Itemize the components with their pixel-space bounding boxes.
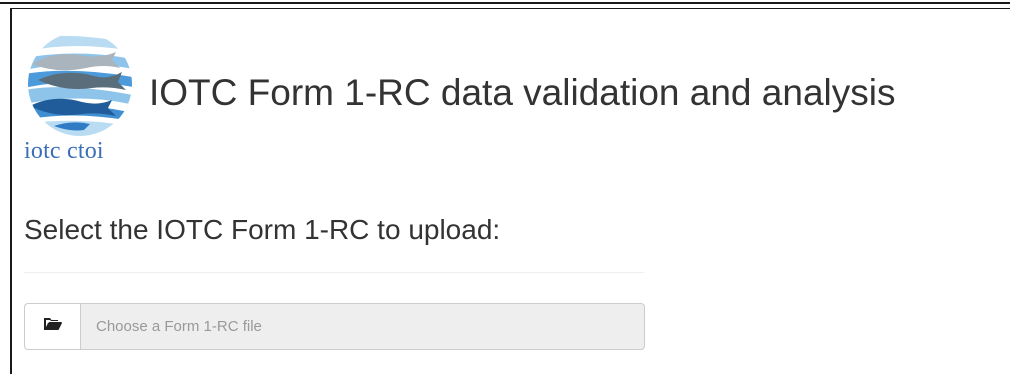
frame-left-border xyxy=(10,8,12,374)
browse-button[interactable] xyxy=(24,303,80,350)
logo-text: iotc ctoi xyxy=(24,138,104,164)
section-divider xyxy=(24,272,644,273)
frame-top-border xyxy=(0,2,1010,4)
page-title: IOTC Form 1-RC data validation and analy… xyxy=(149,72,896,113)
folder-open-icon xyxy=(43,316,63,337)
upload-label: Select the IOTC Form 1-RC to upload: xyxy=(24,214,501,245)
file-upload-input[interactable]: Choose a Form 1-RC file xyxy=(24,303,645,350)
frame-inner-border xyxy=(12,8,1010,9)
iotc-logo-icon xyxy=(28,32,132,136)
app-frame: iotc ctoi IOTC Form 1-RC data validation… xyxy=(0,0,1010,374)
file-name-display[interactable]: Choose a Form 1-RC file xyxy=(80,303,645,350)
iotc-logo: iotc ctoi xyxy=(24,30,138,172)
